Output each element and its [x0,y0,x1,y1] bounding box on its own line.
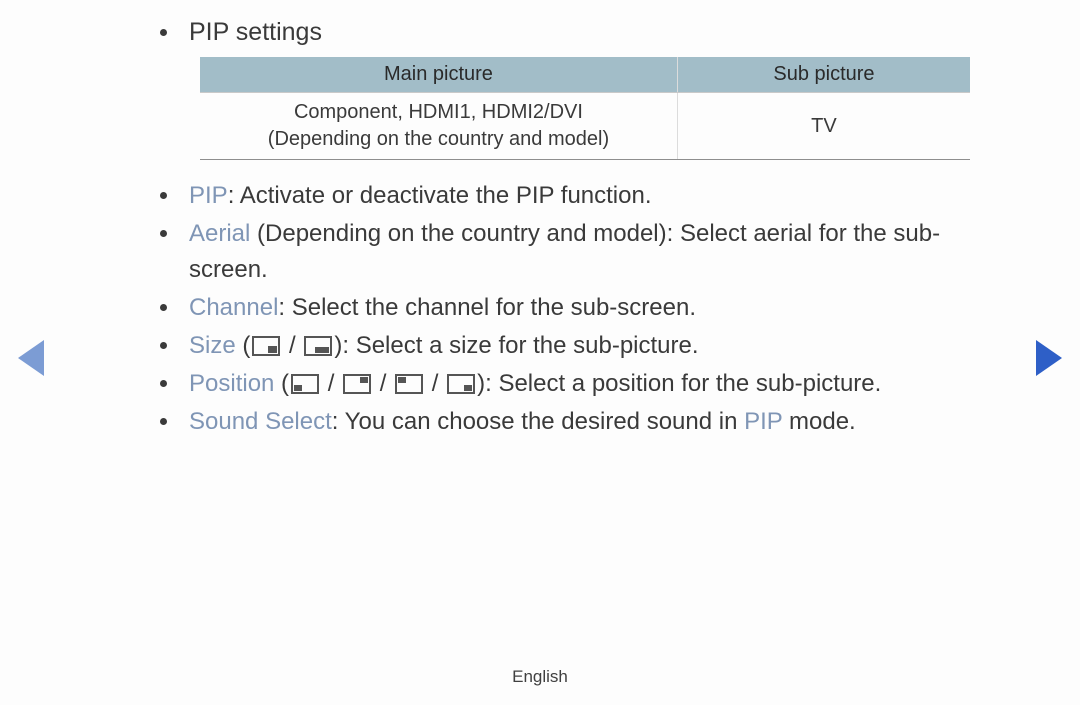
list-item: Sound Select: You can choose the desired… [160,404,960,440]
term-aerial: Aerial [189,220,250,247]
table-header-sub: Sub picture [677,57,970,93]
bullet-icon [160,304,167,311]
bullet-icon [160,29,167,36]
position-bottom-left-icon [291,374,319,394]
size-small-icon [252,336,280,356]
section-heading: PIP settings [189,18,322,47]
table-header-main: Main picture [200,57,677,93]
table-cell-main: Component, HDMI1, HDMI2/DVI (Depending o… [200,93,677,160]
table-cell-sub: TV [677,93,970,160]
desc-position: ): Select a position for the sub-picture… [477,370,881,397]
list-item: Position ( / / / ): Select a position fo… [160,366,960,402]
desc-aerial: (Depending on the country and model): Se… [189,220,940,283]
list-item: Size ( / ): Select a size for the sub-pi… [160,328,960,364]
desc-size: ): Select a size for the sub-picture. [334,332,698,359]
nav-prev-arrow[interactable] [18,340,44,376]
list-item: PIP: Activate or deactivate the PIP func… [160,178,960,214]
footer-language: English [0,667,1080,687]
bullet-icon [160,342,167,349]
term-channel: Channel [189,294,278,321]
section-heading-row: PIP settings [160,18,960,47]
size-wide-icon [304,336,332,356]
list-item: Channel: Select the channel for the sub-… [160,290,960,326]
main-picture-line1: Component, HDMI1, HDMI2/DVI [294,101,583,123]
bullet-icon [160,418,167,425]
desc-sound-post: mode. [782,408,855,435]
position-top-left-icon [395,374,423,394]
desc-channel: : Select the channel for the sub-screen. [278,294,696,321]
bullet-icon [160,230,167,237]
desc-pip: : Activate or deactivate the PIP functio… [228,182,652,209]
pip-settings-table: Main picture Sub picture Component, HDMI… [200,57,970,160]
nav-next-arrow[interactable] [1036,340,1062,376]
term-pip: PIP [189,182,228,209]
term-sound-select: Sound Select [189,408,332,435]
desc-sound-pre: : You can choose the desired sound in [332,408,744,435]
list-item: Aerial (Depending on the country and mod… [160,216,960,288]
position-bottom-right-icon [447,374,475,394]
definitions-list: PIP: Activate or deactivate the PIP func… [160,178,960,440]
term-size: Size [189,332,236,359]
term-position: Position [189,370,274,397]
pip-inline: PIP [744,408,782,435]
bullet-icon [160,380,167,387]
position-top-right-icon [343,374,371,394]
bullet-icon [160,192,167,199]
main-picture-line2: (Depending on the country and model) [268,128,609,150]
